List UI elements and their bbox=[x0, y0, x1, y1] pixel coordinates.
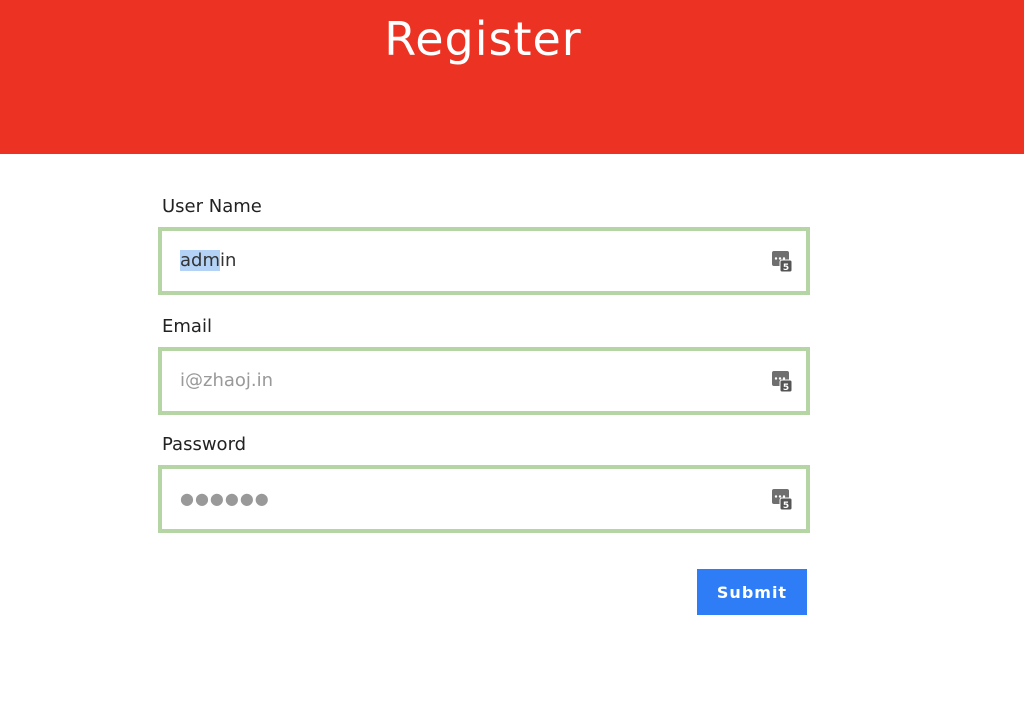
page-title: Register bbox=[384, 12, 582, 66]
password-manager-icon[interactable]: 5 bbox=[772, 251, 792, 273]
svg-text:5: 5 bbox=[783, 383, 789, 393]
password-label: Password bbox=[162, 434, 247, 455]
username-label: User Name bbox=[162, 196, 262, 217]
username-field[interactable]: admin 5 bbox=[158, 227, 810, 295]
svg-text:5: 5 bbox=[783, 501, 789, 511]
password-placeholder[interactable]: ●●●●●● bbox=[180, 469, 270, 529]
submit-button[interactable]: Submit bbox=[697, 569, 807, 615]
svg-text:5: 5 bbox=[783, 263, 789, 273]
email-field[interactable]: i@zhaoj.in 5 bbox=[158, 347, 810, 415]
password-manager-icon[interactable]: 5 bbox=[772, 371, 792, 393]
email-label: Email bbox=[162, 316, 212, 337]
register-page: Register User Name admin 5 Email i@zhaoj… bbox=[0, 0, 1024, 709]
email-placeholder[interactable]: i@zhaoj.in bbox=[180, 351, 273, 411]
password-manager-icon[interactable]: 5 bbox=[772, 489, 792, 511]
password-field[interactable]: ●●●●●● 5 bbox=[158, 465, 810, 533]
username-value[interactable]: admin bbox=[180, 231, 236, 291]
header-banner: Register bbox=[0, 0, 1024, 154]
username-rest-text: in bbox=[220, 250, 237, 271]
username-selected-text: adm bbox=[180, 250, 220, 271]
